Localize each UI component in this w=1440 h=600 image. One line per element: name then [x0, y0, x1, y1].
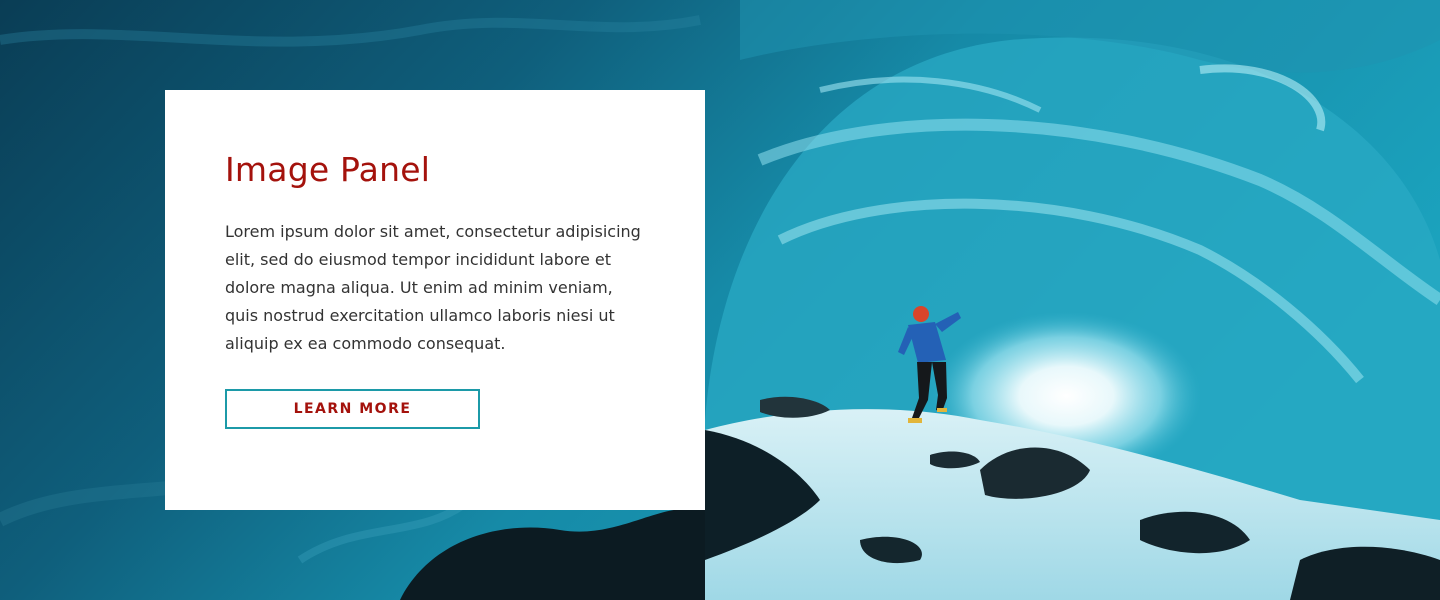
panel-title: Image Panel	[225, 150, 431, 189]
panel-body-text: Lorem ipsum dolor sit amet, consectetur …	[225, 222, 641, 353]
learn-more-button[interactable]: LEARN MORE	[225, 389, 480, 429]
image-panel: Image Panel Lorem ipsum dolor sit amet, …	[165, 90, 705, 510]
